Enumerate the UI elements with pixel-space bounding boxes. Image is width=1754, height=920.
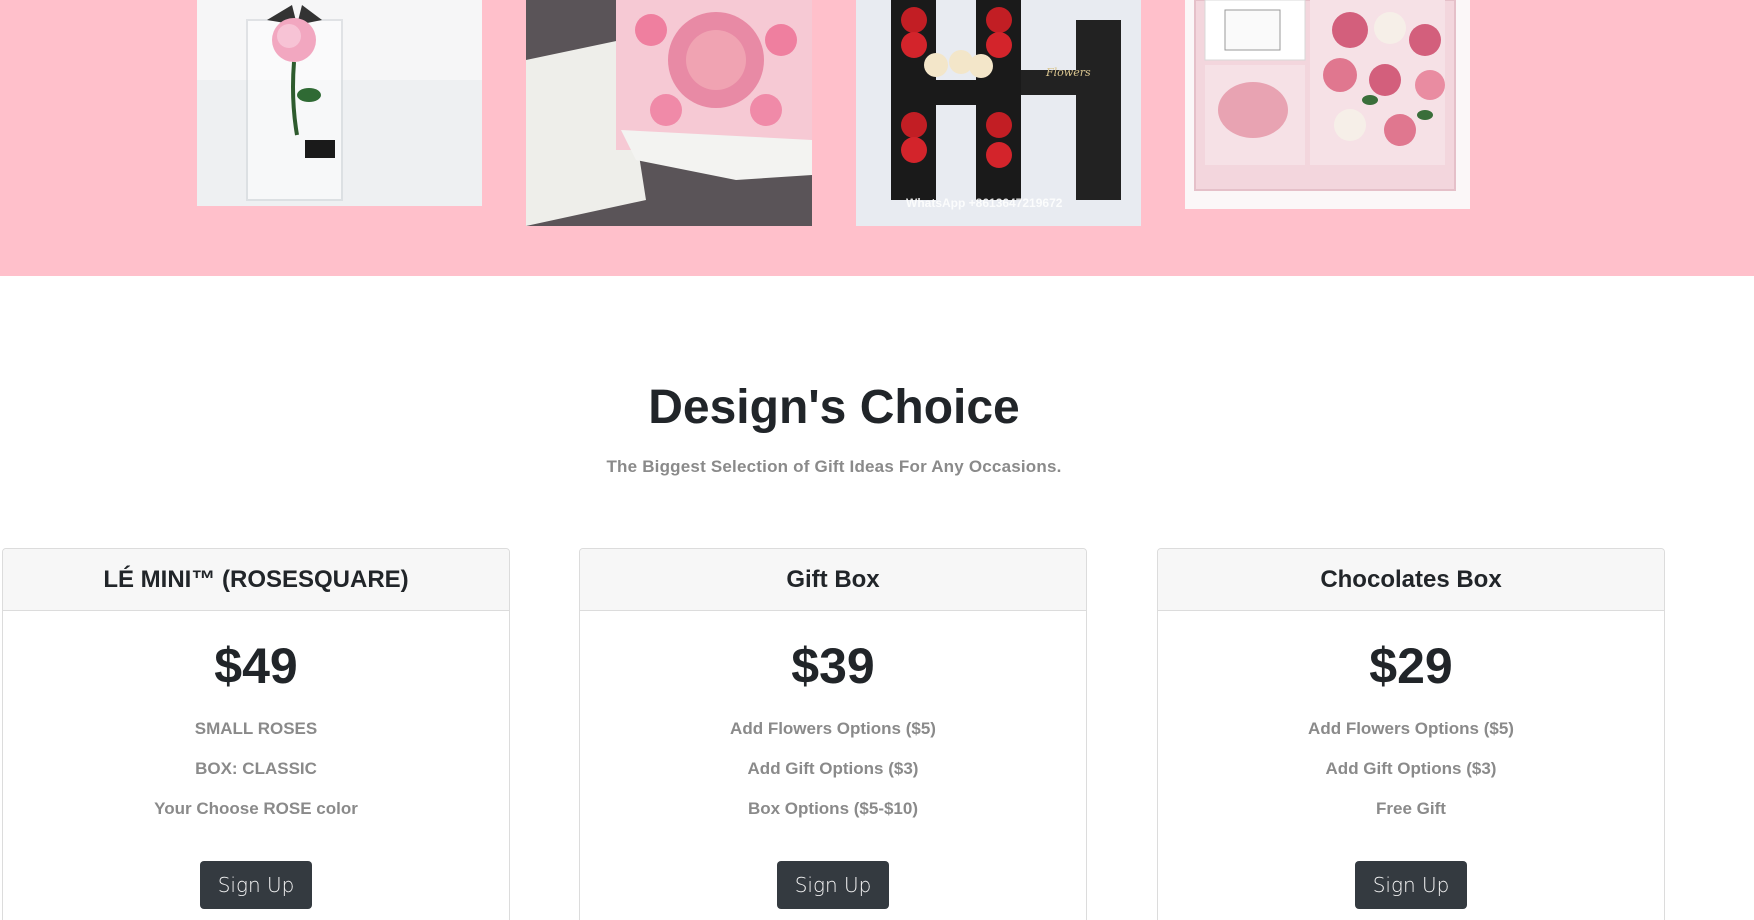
card-price: $29 [1369, 638, 1453, 694]
section-subtitle: The Biggest Selection of Gift Ideas For … [606, 457, 1062, 476]
card-feature: Box Options ($5-$10) [747, 799, 919, 818]
card-feature-list: Add Flowers Options ($5) Add Gift Option… [1158, 709, 1664, 829]
gallery-photo-pink-gift-box[interactable] [1185, 0, 1470, 209]
card-title: Gift Box [580, 549, 1086, 611]
card-feature-list: SMALL ROSES BOX: CLASSIC Your Choose ROS… [3, 709, 509, 829]
section-title: Design's Choice [648, 381, 1020, 434]
flowers-script-label: Flowers [1046, 66, 1091, 79]
whatsapp-watermark: WhatsApp +8613647219672 [906, 196, 1063, 210]
card-feature: Add Gift Options ($3) [747, 759, 919, 778]
card-feature-list: Add Flowers Options ($5) Add Gift Option… [580, 709, 1086, 829]
sign-up-button[interactable]: Sign Up [777, 861, 889, 909]
card-price: $39 [791, 638, 875, 694]
card-price: $49 [214, 638, 298, 694]
card-feature: Add Flowers Options ($5) [1308, 719, 1514, 738]
gallery-photo-rose-acrylic-box[interactable] [197, 0, 482, 206]
gallery-photo-letter-h-rose-box[interactable]: Flowers WhatsApp +8613647219672 [856, 0, 1141, 226]
pricing-card-gift-box: Gift Box $39 Add Flowers Options ($5) Ad… [579, 548, 1087, 920]
sign-up-button[interactable]: Sign Up [1355, 861, 1467, 909]
card-feature: Add Flowers Options ($5) [730, 719, 936, 738]
card-feature: BOX: CLASSIC [195, 759, 317, 778]
card-feature: Your Choose ROSE color [154, 799, 358, 818]
pricing-card-le-mini: LÉ MINI™ (ROSESQUARE) $49 SMALL ROSES BO… [2, 548, 510, 920]
card-title: LÉ MINI™ (ROSESQUARE) [3, 549, 509, 611]
card-feature: SMALL ROSES [194, 719, 318, 738]
card-feature: Add Gift Options ($3) [1325, 759, 1497, 778]
card-title: Chocolates Box [1158, 549, 1664, 611]
gallery-photo-macaron-rose-box[interactable] [526, 0, 812, 226]
sign-up-button[interactable]: Sign Up [200, 861, 312, 909]
card-feature: Free Gift [1376, 799, 1446, 818]
pricing-card-chocolates-box: Chocolates Box $29 Add Flowers Options (… [1157, 548, 1665, 920]
gallery-band: Flowers WhatsApp +8613647219672 [0, 0, 1754, 276]
